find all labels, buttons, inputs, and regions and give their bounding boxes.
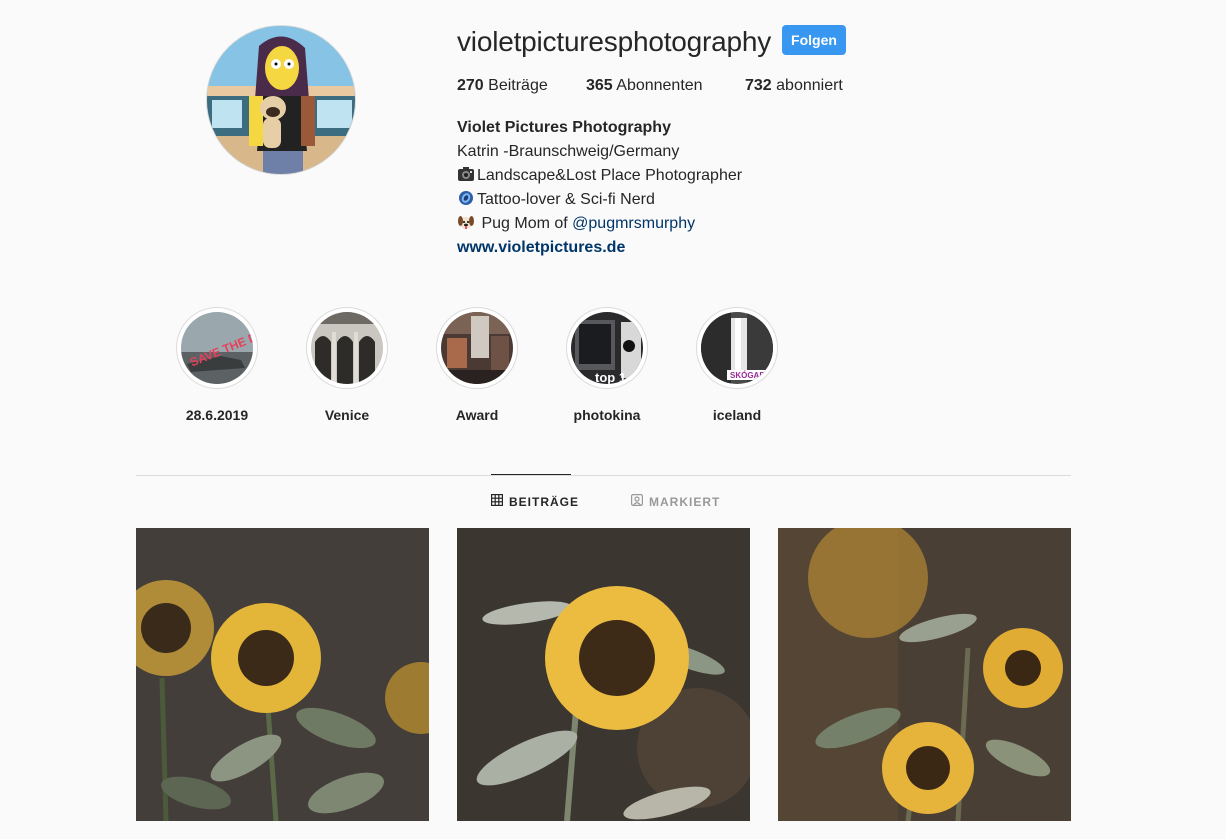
follow-button[interactable]: Folgen (782, 25, 846, 55)
highlight-label[interactable]: iceland (695, 406, 779, 424)
highlight-ring[interactable]: top 1 (566, 307, 648, 389)
followers-count[interactable]: 365 (586, 77, 613, 94)
highlight-item[interactable]: top 1 photokina (565, 307, 649, 424)
posts-label: Beiträge (488, 77, 548, 94)
blue-lens-icon (457, 190, 475, 206)
highlight-cover[interactable]: SAVE THE DATE! (181, 312, 253, 384)
grid-icon (491, 494, 504, 509)
following-label[interactable]: abonniert (776, 77, 843, 94)
highlight-ring[interactable]: SAVE THE DATE! (176, 307, 258, 389)
dog-face-icon (457, 214, 475, 230)
tab-tagged[interactable]: MARKIERT (631, 494, 720, 509)
highlight-ring[interactable] (436, 307, 518, 389)
bio-line-pug: Pug Mom of @pugmrsmurphy (457, 212, 742, 236)
stat-posts: 270 Beiträge (457, 76, 586, 96)
active-tab-indicator (491, 474, 571, 475)
website-link[interactable]: www.violetpictures.de (457, 239, 625, 256)
bio-line-photographer: Landscape&Lost Place Photographer (457, 164, 742, 188)
highlight-label[interactable]: Award (435, 406, 519, 424)
tab-tagged-label[interactable]: MARKIERT (649, 495, 720, 509)
bio-line-location: Katrin -Braunschweig/Germany (457, 143, 680, 160)
highlight-cover[interactable]: top 1 (571, 312, 643, 384)
highlight-label[interactable]: Venice (305, 406, 389, 424)
mention-link[interactable]: @pugmrsmurphy (572, 215, 695, 232)
profile-bio: Violet Pictures Photography Katrin -Brau… (457, 116, 742, 260)
bio-line-tattoo-text: Tattoo-lover & Sci-fi Nerd (477, 191, 655, 208)
top-text: top 1 (595, 370, 626, 384)
tab-posts-label[interactable]: BEITRÄGE (509, 495, 579, 509)
profile-avatar (206, 25, 356, 175)
stat-followers[interactable]: 365 Abonnenten (586, 76, 745, 96)
highlight-label[interactable]: photokina (565, 406, 649, 424)
highlight-cover[interactable] (311, 312, 383, 384)
camera-icon (457, 166, 475, 182)
profile-stats: 270 Beiträge 365 Abonnenten 732 abonnier… (457, 76, 843, 96)
highlight-item[interactable]: Venice (305, 307, 389, 424)
highlight-item[interactable]: SKÓGAFOS iceland (695, 307, 779, 424)
highlight-item[interactable]: Award (435, 307, 519, 424)
tagged-icon (631, 494, 644, 509)
bio-line-tattoo: Tattoo-lover & Sci-fi Nerd (457, 188, 742, 212)
highlight-item[interactable]: SAVE THE DATE! 28.6.2019 (175, 307, 259, 424)
highlight-cover[interactable]: SKÓGAFOS (701, 312, 773, 384)
highlight-cover[interactable] (441, 312, 513, 384)
following-count[interactable]: 732 (745, 77, 772, 94)
highlight-label[interactable]: 28.6.2019 (175, 406, 259, 424)
highlight-ring[interactable] (306, 307, 388, 389)
tab-posts[interactable]: BEITRÄGE (491, 494, 579, 509)
bio-line-photographer-text: Landscape&Lost Place Photographer (477, 167, 743, 184)
skogafoss-text: SKÓGAFOS (730, 371, 773, 380)
post-thumbnail[interactable] (136, 528, 429, 821)
profile-full-name: Violet Pictures Photography (457, 119, 671, 136)
followers-label[interactable]: Abonnenten (616, 77, 702, 94)
posts-count: 270 (457, 77, 484, 94)
highlight-ring[interactable]: SKÓGAFOS (696, 307, 778, 389)
post-thumbnail[interactable] (778, 528, 1071, 821)
post-thumbnail[interactable] (457, 528, 750, 821)
bio-line-pug-text: Pug Mom of (477, 215, 573, 232)
tabs-divider (136, 475, 1071, 476)
profile-username: violetpicturesphotography (457, 26, 772, 57)
stat-following[interactable]: 732 abonniert (745, 76, 843, 96)
